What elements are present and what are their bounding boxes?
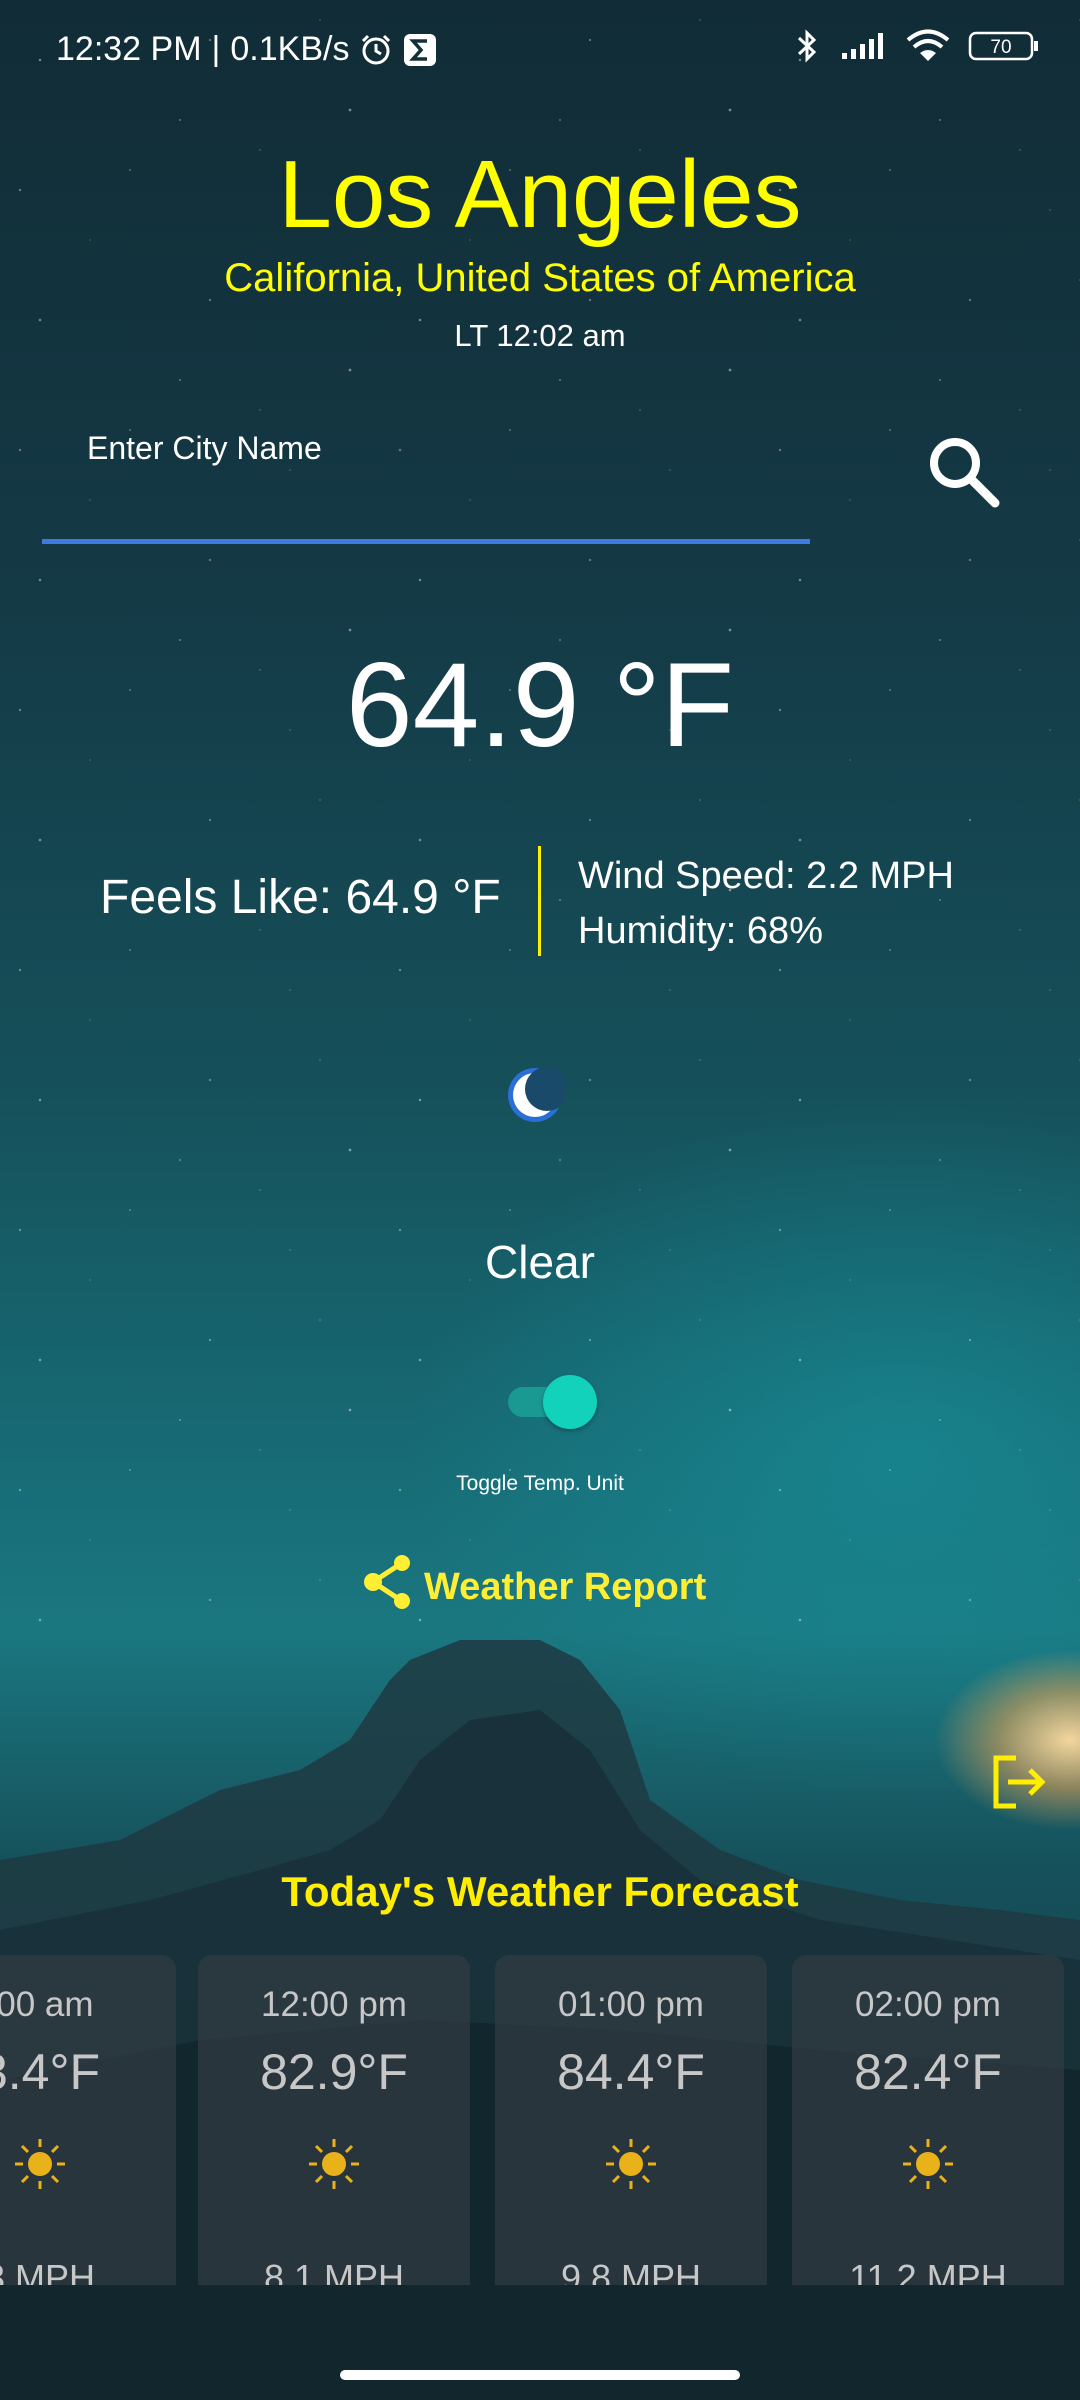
sun-icon	[901, 2137, 955, 2191]
city-search-input[interactable]	[42, 420, 810, 544]
toggle-thumb	[543, 1375, 597, 1429]
temp-unit-toggle[interactable]	[508, 1375, 598, 1429]
forecast-wind: 9.8 MPH	[560, 2257, 702, 2285]
forecast-temp: 82.9°F	[260, 2044, 408, 2100]
sun-icon	[13, 2137, 67, 2191]
status-bar: 12:32 PM | 0.1KB/s 70	[0, 0, 1080, 100]
alarm-icon	[359, 33, 393, 67]
forecast-time: 02:00 pm	[855, 1985, 1001, 2024]
forecast-card[interactable]: 01:00 pm 84.4°F 9.8 MPH	[495, 1955, 767, 2285]
sun-icon	[307, 2137, 361, 2191]
battery-level: 70	[990, 37, 1011, 58]
forecast-time: 01:00 pm	[558, 1985, 704, 2024]
logout-icon	[988, 1755, 1048, 1816]
forecast-card[interactable]: :00 am 3.4°F 3 MPH	[0, 1955, 176, 2285]
forecast-temp: 84.4°F	[557, 2044, 705, 2100]
share-label: Weather Report	[424, 1565, 707, 1608]
status-time: 12:32 PM	[56, 30, 202, 68]
sigma-icon	[403, 33, 437, 67]
wifi-icon	[906, 29, 950, 63]
forecast-wind: 11.2 MPH	[849, 2257, 1007, 2285]
city-name: Los Angeles	[278, 141, 802, 248]
forecast-card[interactable]: 02:00 pm 82.4°F 11.2 MPH	[792, 1955, 1064, 2285]
forecast-temp: 82.4°F	[854, 2044, 1002, 2100]
forecast-time: 12:00 pm	[261, 1985, 407, 2024]
humidity: Humidity: 68%	[578, 910, 823, 952]
status-separator: |	[211, 30, 221, 68]
logout-button[interactable]	[988, 1752, 1048, 1812]
search-button[interactable]	[920, 430, 1006, 516]
forecast-carousel[interactable]: :00 am 3.4°F 3 MPH 12:00 pm 82.9°F 8.1 M…	[0, 1955, 1080, 2285]
sun-icon	[604, 2137, 658, 2191]
search-icon	[923, 431, 1003, 516]
local-time: LT 12:02 am	[454, 318, 626, 353]
forecast-wind: 8.1 MPH	[263, 2257, 405, 2285]
forecast-wind: 3 MPH	[0, 2257, 96, 2285]
bluetooth-icon	[792, 28, 822, 64]
forecast-temp: 3.4°F	[0, 2044, 101, 2100]
forecast-title: Today's Weather Forecast	[281, 1868, 799, 1915]
toggle-label: Toggle Temp. Unit	[456, 1472, 624, 1495]
forecast-card[interactable]: 12:00 pm 82.9°F 8.1 MPH	[198, 1955, 470, 2285]
wind-speed: Wind Speed: 2.2 MPH	[578, 855, 954, 897]
signal-icon	[840, 31, 888, 61]
home-indicator[interactable]	[340, 2370, 740, 2380]
status-network-speed: 0.1KB/s	[230, 30, 350, 68]
share-icon	[362, 1554, 414, 1620]
region-name: California, United States of America	[224, 256, 856, 300]
battery-icon: 70	[968, 30, 1040, 62]
weather-condition: Clear	[485, 1236, 595, 1288]
current-temperature: 64.9 °F	[345, 638, 735, 772]
forecast-time: :00 am	[0, 1985, 94, 2024]
feels-like: Feels Like: 64.9 °F	[100, 871, 501, 924]
share-weather-report-button[interactable]: Weather Report	[362, 1554, 707, 1620]
stats-divider	[538, 846, 541, 956]
moon-icon	[505, 1065, 569, 1125]
